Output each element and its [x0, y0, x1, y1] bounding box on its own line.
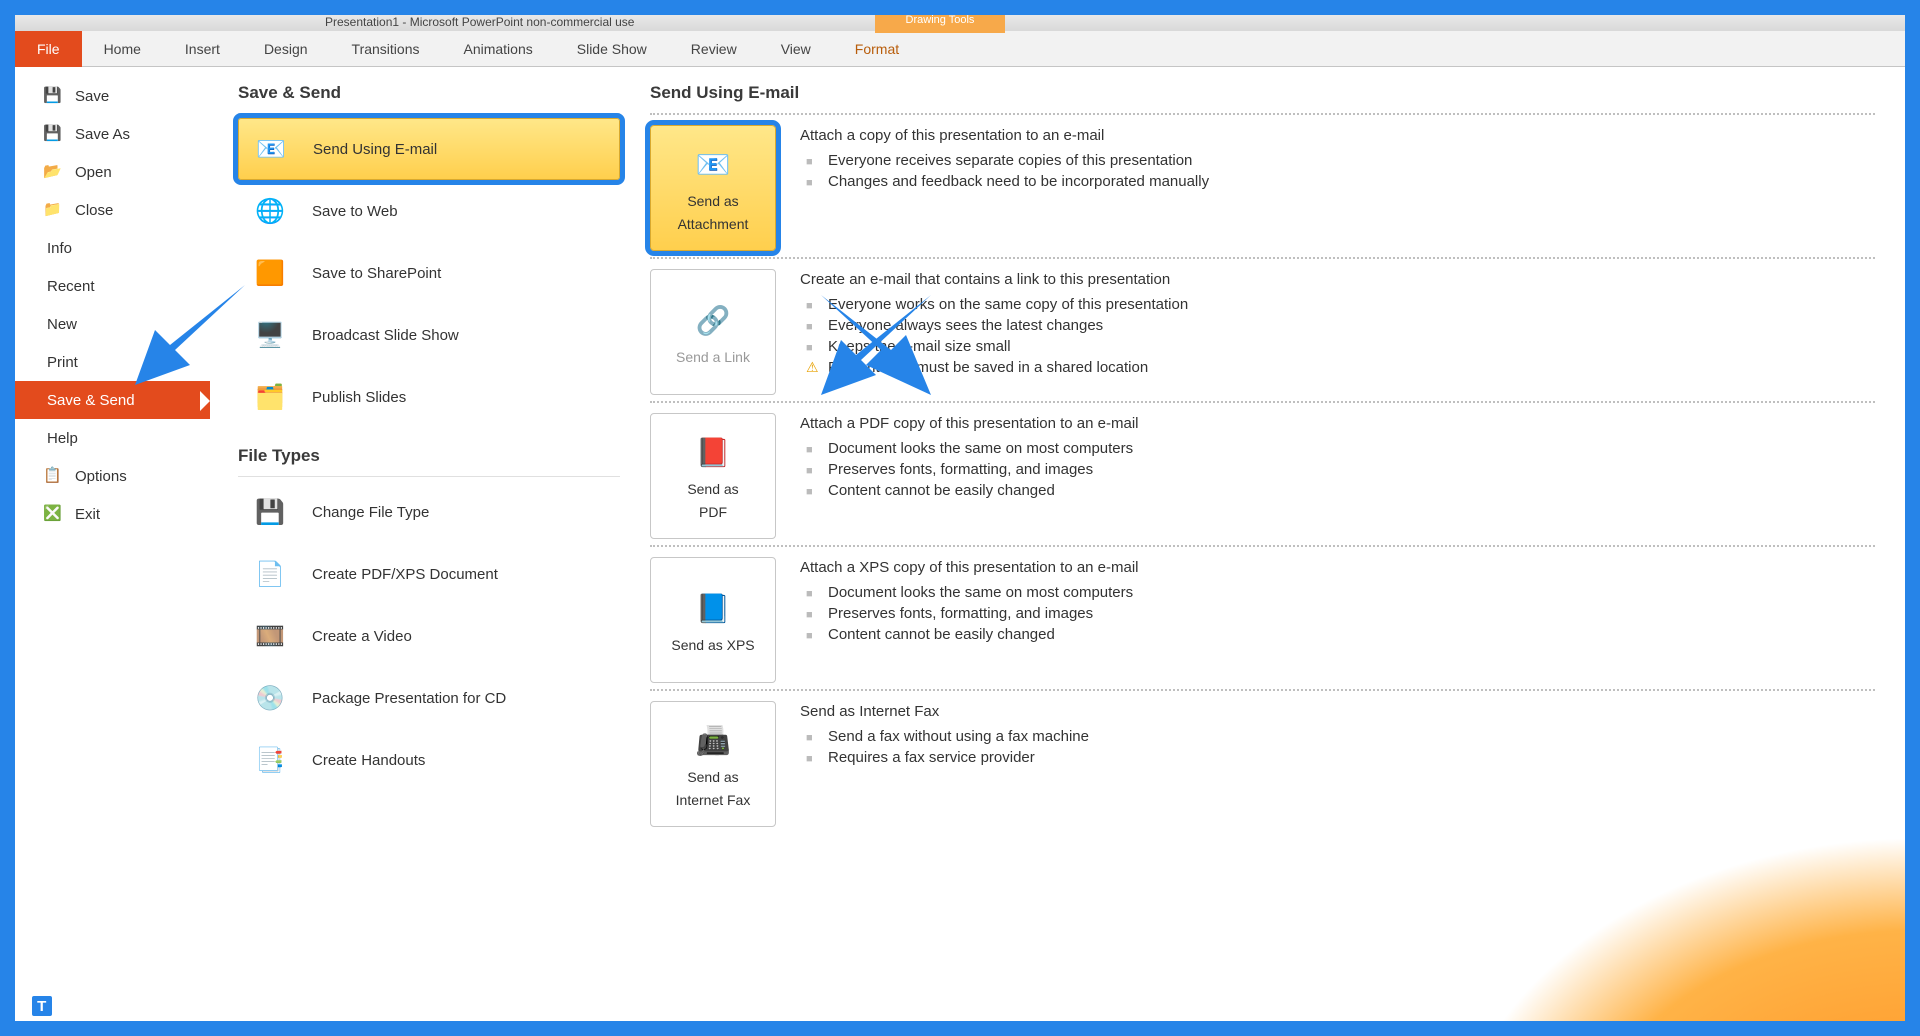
sharepoint-icon: 🟧	[250, 253, 290, 293]
file-types-title: File Types	[238, 446, 620, 466]
ribbon-tabs: File Home Insert Design Transitions Anim…	[15, 31, 1905, 67]
attach-bullet: Changes and feedback need to be incorpor…	[800, 171, 1875, 192]
tab-view[interactable]: View	[759, 31, 833, 67]
tab-insert[interactable]: Insert	[163, 31, 242, 67]
pdf-heading: Attach a PDF copy of this presentation t…	[800, 415, 1875, 432]
tab-home[interactable]: Home	[82, 31, 163, 67]
title-bar: Presentation1 - Microsoft PowerPoint non…	[15, 15, 1905, 31]
web-icon: 🌐	[250, 191, 290, 231]
tab-format[interactable]: Format	[833, 31, 921, 67]
pdf-icon: 📕	[691, 431, 735, 475]
sidebar-info[interactable]: Info	[15, 229, 210, 267]
xps-bullet: Preserves fonts, formatting, and images	[800, 603, 1875, 624]
attach-heading: Attach a copy of this presentation to an…	[800, 127, 1875, 144]
broadcast-icon: 🖥️	[250, 315, 290, 355]
create-handouts[interactable]: 📑Create Handouts	[238, 729, 620, 791]
contextual-tab-header: Drawing Tools	[875, 13, 1005, 33]
sidebar-recent[interactable]: Recent	[15, 267, 210, 305]
sidebar-new[interactable]: New	[15, 305, 210, 343]
backstage-sidebar: 💾Save 💾Save As 📂Open 📁Close Info Recent …	[15, 67, 210, 1021]
send-as-pdf-button[interactable]: 📕 Send as PDF	[650, 413, 776, 539]
xps-heading: Attach a XPS copy of this presentation t…	[800, 559, 1875, 576]
save-send-column: Save & Send 📧 Send Using E-mail 🌐 Save t…	[210, 67, 640, 1021]
send-as-xps-button[interactable]: 📘 Send as XPS	[650, 557, 776, 683]
sidebar-help[interactable]: Help	[15, 419, 210, 457]
save-to-sharepoint[interactable]: 🟧 Save to SharePoint	[238, 242, 620, 304]
fax-bullet: Send a fax without using a fax machine	[800, 726, 1875, 747]
send-using-email[interactable]: 📧 Send Using E-mail	[238, 118, 620, 180]
link-bullet: Everyone works on the same copy of this …	[800, 294, 1875, 315]
link-bullet: Keeps the e-mail size small	[800, 336, 1875, 357]
tab-animations[interactable]: Animations	[441, 31, 554, 67]
tab-slideshow[interactable]: Slide Show	[555, 31, 669, 67]
sidebar-options[interactable]: 📋Options	[15, 457, 210, 495]
tab-design[interactable]: Design	[242, 31, 330, 67]
sidebar-open[interactable]: 📂Open	[15, 153, 210, 191]
link-heading: Create an e-mail that contains a link to…	[800, 271, 1875, 288]
publish-slides[interactable]: 🗂️ Publish Slides	[238, 366, 620, 428]
save-icon: 💾	[43, 86, 63, 106]
tab-transitions[interactable]: Transitions	[330, 31, 442, 67]
sidebar-save-as[interactable]: 💾Save As	[15, 115, 210, 153]
tab-file[interactable]: File	[15, 31, 82, 67]
link-bullet: Everyone always sees the latest changes	[800, 315, 1875, 336]
video-icon: 🎞️	[250, 616, 290, 656]
create-video[interactable]: 🎞️Create a Video	[238, 605, 620, 667]
link-icon: 🔗	[691, 299, 735, 343]
fax-heading: Send as Internet Fax	[800, 703, 1875, 720]
template-net-branding: T TEMPLATE.NET	[30, 994, 228, 1018]
pdfxps-icon: 📄	[250, 554, 290, 594]
package-for-cd[interactable]: 💿Package Presentation for CD	[238, 667, 620, 729]
pdf-bullet: Document looks the same on most computer…	[800, 438, 1875, 459]
sidebar-print[interactable]: Print	[15, 343, 210, 381]
open-icon: 📂	[43, 162, 63, 182]
attachment-icon: 📧	[691, 143, 735, 187]
send-as-internet-fax-button[interactable]: 📠 Send as Internet Fax	[650, 701, 776, 827]
publish-icon: 🗂️	[250, 377, 290, 417]
sidebar-save-send[interactable]: Save & Send	[15, 381, 210, 419]
close-icon: 📁	[43, 200, 63, 220]
change-type-icon: 💾	[250, 492, 290, 532]
attach-bullet: Everyone receives separate copies of thi…	[800, 150, 1875, 171]
send-email-title: Send Using E-mail	[650, 83, 1875, 103]
pdf-bullet: Preserves fonts, formatting, and images	[800, 459, 1875, 480]
pdf-bullet: Content cannot be easily changed	[800, 480, 1875, 501]
save-as-icon: 💾	[43, 124, 63, 144]
save-to-web[interactable]: 🌐 Save to Web	[238, 180, 620, 242]
cd-icon: 💿	[250, 678, 290, 718]
sidebar-exit[interactable]: ❎Exit	[15, 495, 210, 533]
link-warning: Presentation must be saved in a shared l…	[800, 357, 1875, 378]
fax-icon: 📠	[691, 719, 735, 763]
window-title: Presentation1 - Microsoft PowerPoint non…	[325, 15, 634, 29]
branding-logo-icon: T	[30, 994, 54, 1018]
tab-review[interactable]: Review	[669, 31, 759, 67]
change-file-type[interactable]: 💾Change File Type	[238, 481, 620, 543]
xps-bullet: Content cannot be easily changed	[800, 624, 1875, 645]
create-pdf-xps[interactable]: 📄Create PDF/XPS Document	[238, 543, 620, 605]
exit-icon: ❎	[43, 504, 63, 524]
fax-bullet: Requires a fax service provider	[800, 747, 1875, 768]
send-email-pane: Send Using E-mail 📧 Send as Attachment A…	[640, 67, 1905, 1021]
options-icon: 📋	[43, 466, 63, 486]
xps-bullet: Document looks the same on most computer…	[800, 582, 1875, 603]
broadcast-slideshow[interactable]: 🖥️ Broadcast Slide Show	[238, 304, 620, 366]
handouts-icon: 📑	[250, 740, 290, 780]
sidebar-close[interactable]: 📁Close	[15, 191, 210, 229]
send-a-link-button[interactable]: 🔗 Send a Link	[650, 269, 776, 395]
xps-icon: 📘	[691, 587, 735, 631]
send-as-attachment-button[interactable]: 📧 Send as Attachment	[650, 125, 776, 251]
email-icon: 📧	[251, 129, 291, 169]
save-send-title: Save & Send	[238, 83, 620, 103]
sidebar-save[interactable]: 💾Save	[15, 77, 210, 115]
